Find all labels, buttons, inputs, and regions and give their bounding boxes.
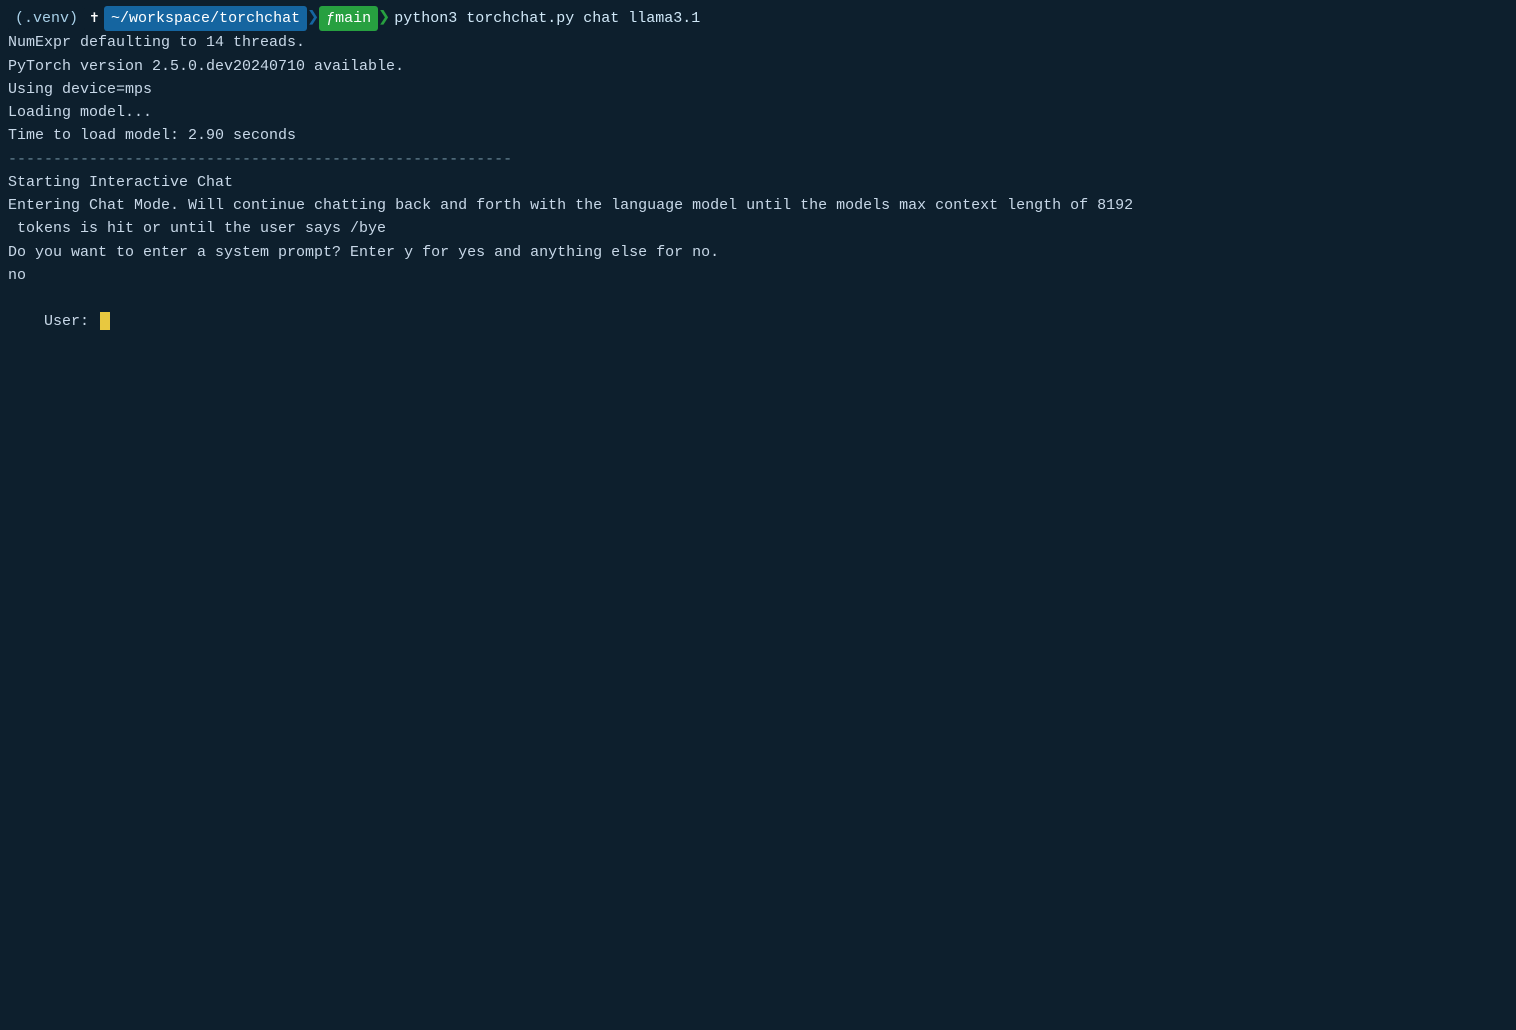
dir-arrow-icon: ❯ [307, 9, 319, 29]
terminal-window: (.venv) ✝ ~/workspace/torchchat❯ ƒ main❯… [0, 0, 1516, 1030]
output-line-3: Using device=mps [8, 78, 1508, 101]
output-line-10: Do you want to enter a system prompt? En… [8, 241, 1508, 264]
separator-line: ----------------------------------------… [8, 148, 1508, 171]
output-line-4: Loading model... [8, 101, 1508, 124]
output-line-1: NumExpr defaulting to 14 threads. [8, 31, 1508, 54]
output-line-11: no [8, 264, 1508, 287]
directory-badge: ~/workspace/torchchat [104, 6, 307, 31]
terminal-cursor [100, 312, 110, 330]
cross-icon: ✝ [90, 7, 99, 30]
output-line-2: PyTorch version 2.5.0.dev20240710 availa… [8, 55, 1508, 78]
output-line-9: tokens is hit or until the user says /by… [8, 217, 1508, 240]
branch-name: main [335, 7, 371, 30]
terminal-prompt-line: (.venv) ✝ ~/workspace/torchchat❯ ƒ main❯… [8, 6, 1508, 31]
venv-badge: (.venv) [8, 6, 85, 31]
branch-badge: ƒ main [319, 6, 378, 31]
user-prompt-line[interactable]: User: [8, 287, 1508, 357]
output-line-5: Time to load model: 2.90 seconds [8, 124, 1508, 147]
output-line-8: Entering Chat Mode. Will continue chatti… [8, 194, 1508, 217]
branch-icon: ƒ [326, 7, 335, 30]
user-prompt-label: User: [44, 313, 98, 330]
branch-arrow-icon: ❯ [378, 9, 390, 29]
terminal-command: python3 torchchat.py chat llama3.1 [394, 7, 700, 30]
section-title-line: Starting Interactive Chat [8, 171, 1508, 194]
